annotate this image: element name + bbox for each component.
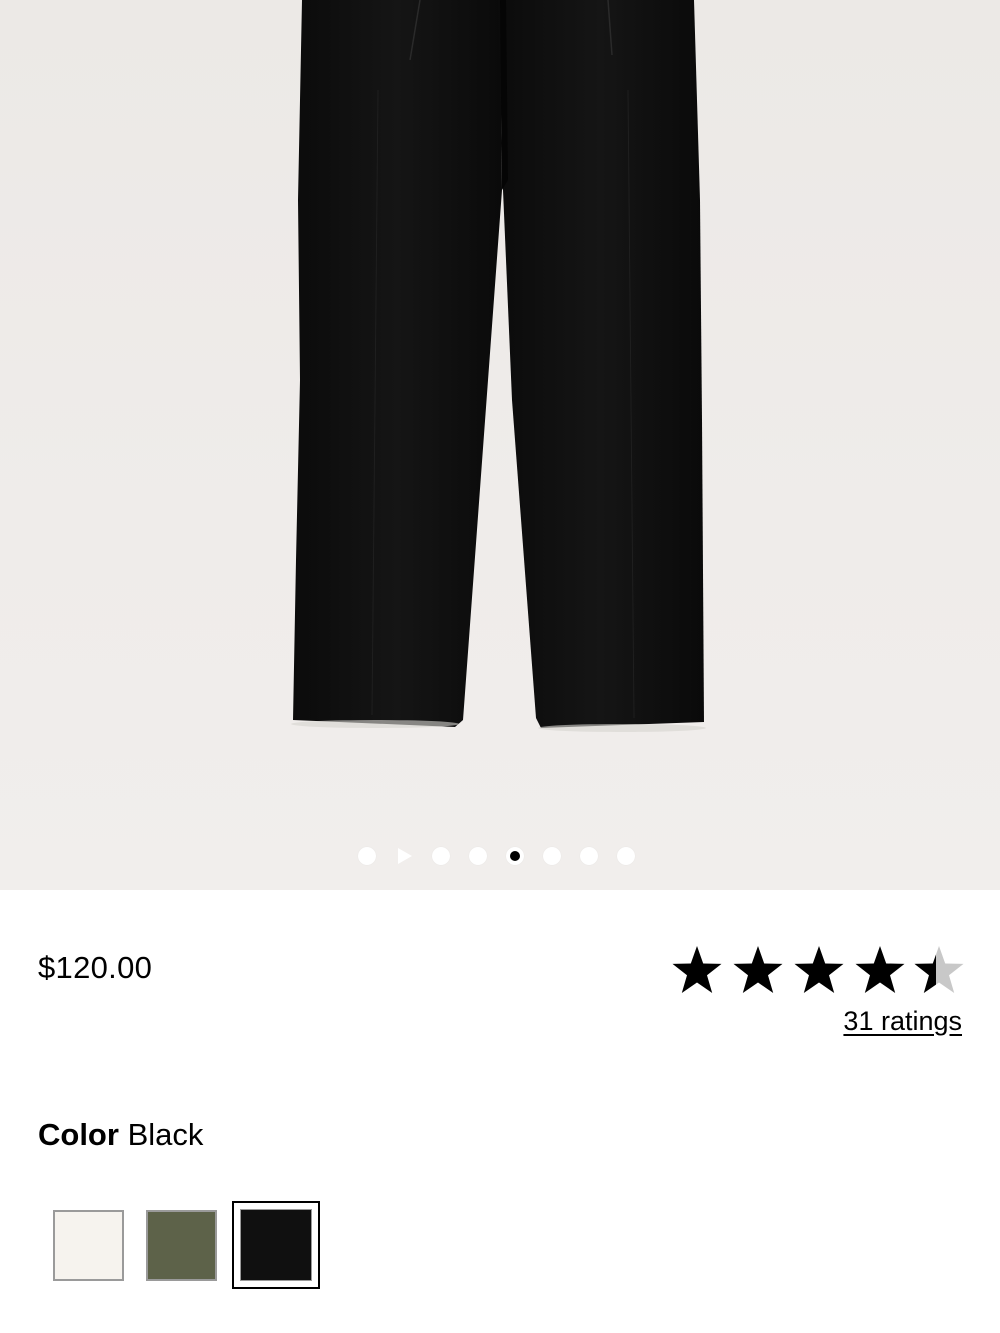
product-price: $120.00 bbox=[38, 950, 153, 985]
gallery-dot-6[interactable] bbox=[543, 847, 561, 865]
gallery-dot-8[interactable] bbox=[617, 847, 635, 865]
swatch-black-selected[interactable] bbox=[232, 1201, 320, 1289]
swatch-olive[interactable] bbox=[146, 1209, 217, 1281]
product-page: $120.00 31 ratings Color Black bbox=[0, 0, 1000, 1333]
product-image-gallery[interactable] bbox=[0, 0, 1000, 890]
star-rating[interactable] bbox=[672, 945, 964, 995]
color-swatches bbox=[53, 1201, 320, 1289]
swatch-black-fill bbox=[240, 1209, 312, 1281]
gallery-dot-3[interactable] bbox=[432, 847, 450, 865]
star-icon bbox=[855, 946, 905, 993]
selected-color-name: Black bbox=[127, 1117, 204, 1152]
gallery-dot-7[interactable] bbox=[580, 847, 598, 865]
video-play-icon[interactable] bbox=[395, 847, 413, 865]
ratings-count-link[interactable]: 31 ratings bbox=[843, 1006, 962, 1037]
color-label: Color bbox=[38, 1117, 119, 1152]
gallery-dot-1[interactable] bbox=[358, 847, 376, 865]
swatch-cream[interactable] bbox=[53, 1209, 124, 1281]
gallery-dot-4[interactable] bbox=[469, 847, 487, 865]
color-selector-heading: Color Black bbox=[38, 1117, 203, 1153]
half-star-icon bbox=[914, 946, 964, 993]
product-image-black-pants bbox=[291, 0, 706, 732]
star-icon bbox=[733, 946, 783, 993]
gallery-dot-5-active[interactable] bbox=[506, 847, 524, 865]
gallery-pagination bbox=[358, 846, 635, 866]
star-icon bbox=[794, 946, 844, 993]
star-icon bbox=[672, 946, 722, 993]
